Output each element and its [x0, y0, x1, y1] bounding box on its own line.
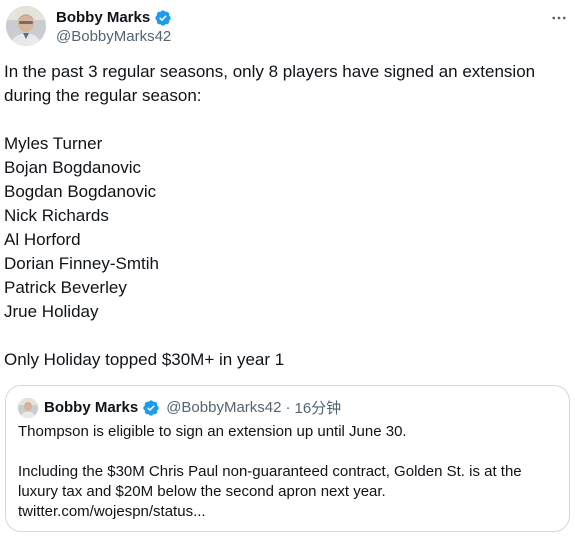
player-name: Myles Turner: [4, 134, 103, 153]
player-name: Dorian Finney-Smtih: [4, 254, 159, 273]
author-display-name[interactable]: Bobby Marks: [56, 9, 150, 27]
quoted-tweet-line: luxury tax and $20M below the second apr…: [18, 483, 386, 500]
tweet-text: In the past 3 regular seasons, only 8 pl…: [4, 60, 564, 372]
quoted-author-avatar: [18, 397, 38, 418]
quoted-author-handle: @BobbyMarks42: [166, 399, 282, 416]
player-name: Al Horford: [4, 230, 81, 249]
verified-badge-icon[interactable]: [154, 9, 172, 27]
player-name: Nick Richards: [4, 206, 109, 225]
player-name: Bogdan Bogdanovic: [4, 182, 157, 201]
author-handle[interactable]: @BobbyMarks42: [56, 28, 171, 46]
quoted-tweet-line: Including the $30M Chris Paul non-guaran…: [18, 463, 522, 480]
tweet-line-spacer: [4, 108, 564, 132]
more-options-icon[interactable]: [549, 8, 569, 28]
quoted-author-display-name: Bobby Marks: [44, 399, 139, 416]
author-name-row: Bobby Marks: [56, 9, 172, 27]
tweet-header: Bobby Marks @BobbyMarks42: [6, 4, 569, 48]
quoted-tweet-line: Thompson is eligible to sign an extensio…: [18, 423, 407, 440]
quoted-tweet-timestamp: 16分钟: [294, 400, 342, 417]
player-name: Bojan Bogdanovic: [4, 158, 142, 177]
quoted-tweet-header: Bobby Marks @BobbyMarks42 · 16分钟: [18, 397, 341, 418]
player-name: Jrue Holiday: [4, 302, 99, 321]
separator-dot: ·: [285, 399, 291, 416]
quoted-tweet-card[interactable]: Bobby Marks @BobbyMarks42 · 16分钟 Thompso…: [5, 385, 570, 532]
quoted-tweet-text: Thompson is eligible to sign an extensio…: [18, 422, 558, 522]
quoted-line-spacer: [18, 442, 558, 462]
player-name: Patrick Beverley: [4, 278, 127, 297]
verified-badge-icon: [142, 399, 160, 417]
tweet-line-spacer: [4, 324, 564, 348]
tweet-line: In the past 3 regular seasons, only 8 pl…: [4, 62, 536, 81]
tweet-line: Only Holiday topped $30M+ in year 1: [4, 350, 285, 369]
tweet-line: during the regular season:: [4, 86, 202, 105]
quoted-tweet-link[interactable]: twitter.com/wojespn/status...: [18, 502, 558, 522]
author-avatar[interactable]: [6, 6, 46, 46]
